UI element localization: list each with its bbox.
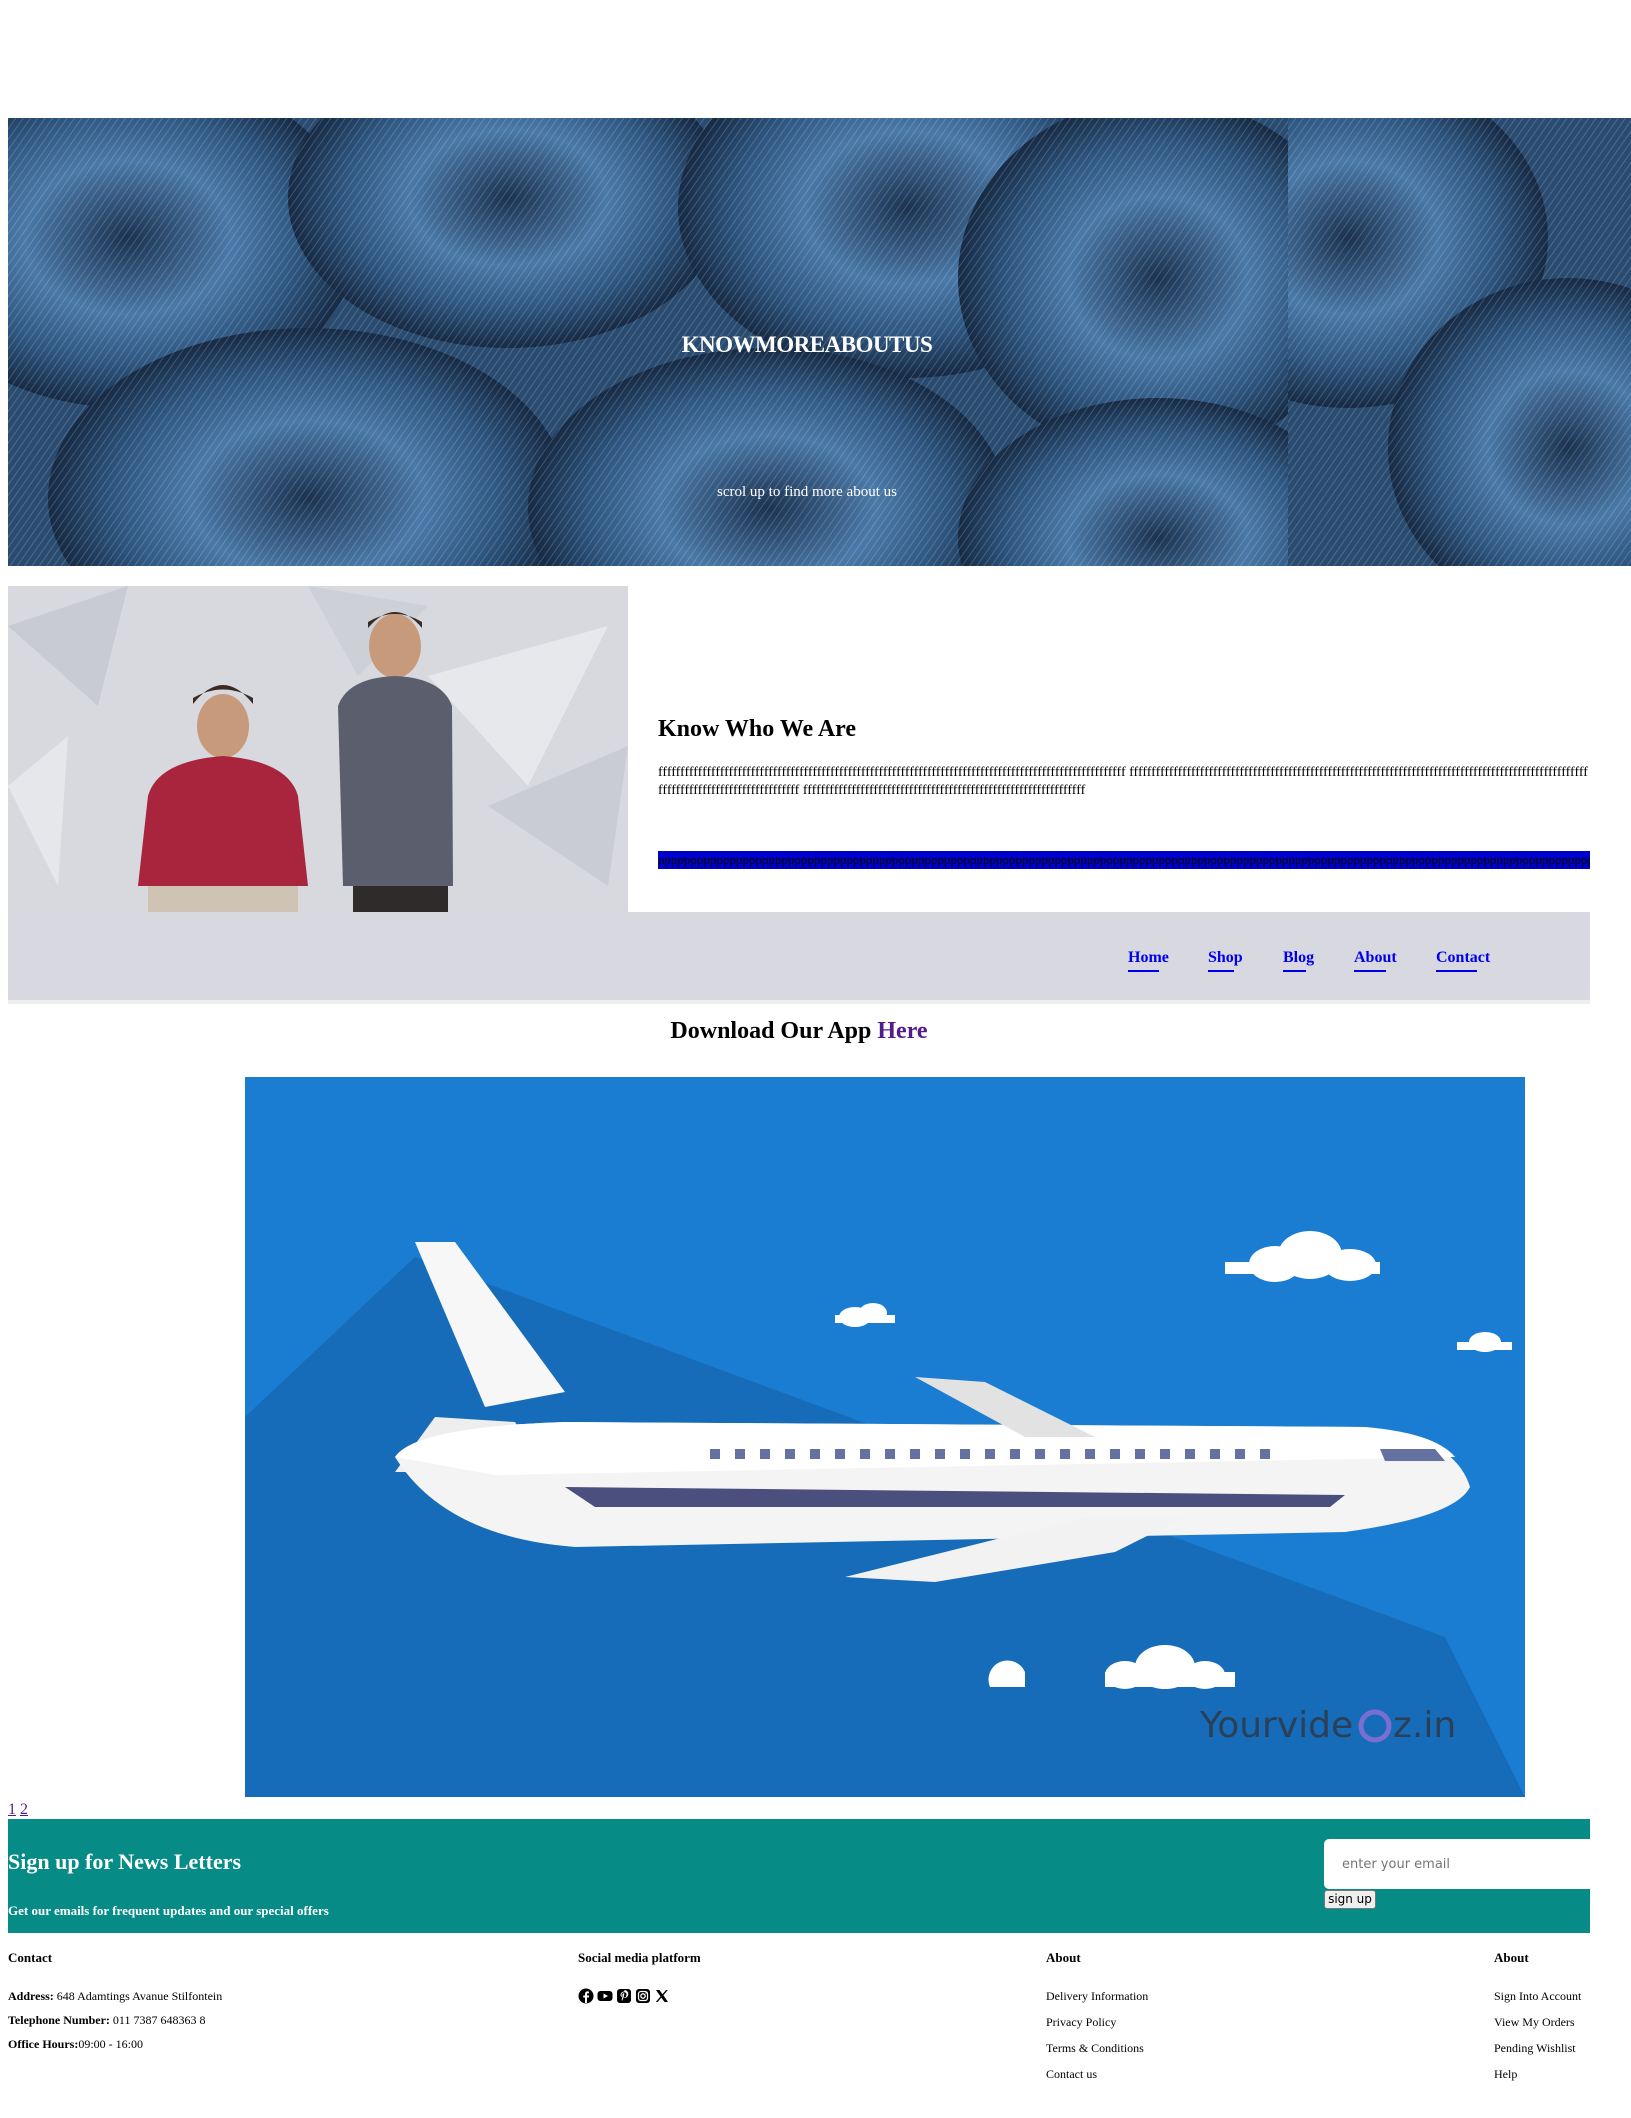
footer-social-heading: Social media platform [578,1950,701,1965]
footer-link-view-my-orders[interactable]: View My Orders [1494,2014,1581,2030]
watermark-text-b: z.in [1393,1705,1456,1746]
footer-about: About Delivery Information Privacy Polic… [1046,1950,1148,2092]
footer-link-pending-wishlist[interactable]: Pending Wishlist [1494,2040,1581,2056]
nav-blog-link[interactable]: Blog [1283,949,1314,972]
footer-account: About Sign Into Account View My Orders P… [1494,1950,1581,2092]
newsletter-signup-button[interactable]: sign up [1324,1890,1376,1909]
app-download-link[interactable]: Here [877,1018,927,1044]
footer-link-sign-into-account[interactable]: Sign Into Account [1494,1988,1581,2004]
app-heading-text: Download Our App [670,1018,872,1044]
watermark-text-a: Yourvide [1199,1705,1353,1746]
nav-home-link[interactable]: Home [1128,949,1169,972]
app-heading: Download Our App Here [0,1018,1598,1045]
footer-contact-heading: Contact [8,1950,53,1965]
footer-link-help[interactable]: Help [1494,2066,1581,2082]
main-nav: Home Shop Blog About Contact [8,912,1590,1004]
hours-label: Office Hours: [8,2037,79,2051]
footer-link-contact-us[interactable]: Contact us [1046,2066,1148,2082]
address-label: Address: [8,1989,54,2003]
nav-shop-link[interactable]: Shop [1208,949,1243,972]
footer-account-heading: About [1494,1950,1529,1965]
about-title: Know Who We Are [658,716,857,742]
instagram-icon[interactable] [635,1988,651,2004]
hero-title: KNOWMOREABOUTUS [681,332,933,357]
newsletter-section: Sign up for News Letters Get our emails … [8,1819,1590,1933]
pager-page-2[interactable]: 2 [20,1801,28,1818]
hero-banner: KNOWMOREABOUTUS scrol up to find more ab… [8,118,1631,566]
footer-link-terms-conditions[interactable]: Terms & Conditions [1046,2040,1148,2056]
models-photo [8,586,628,912]
nav-contact-link[interactable]: Contact [1436,949,1490,972]
newsletter-email-input[interactable] [1324,1839,1590,1889]
footer-link-privacy-policy[interactable]: Privacy Policy [1046,2014,1148,2030]
airplane-slide-image: Yourvide z.in [245,1077,1525,1797]
about-text: ffffffffffffffffffffffffffffffffffffffff… [658,765,1588,798]
nav-about-link[interactable]: About [1354,949,1397,972]
pinterest-icon[interactable] [616,1988,632,2004]
x-twitter-icon[interactable] [654,1988,670,2004]
slide-pager: 12 [8,1801,32,1819]
footer-link-delivery-information[interactable]: Delivery Information [1046,1988,1148,2004]
footer-about-heading: About [1046,1950,1081,1965]
phone-value: 011 7387 648363 8 [112,2013,206,2027]
newsletter-subtitle: Get our emails for frequent updates and … [8,1903,329,1918]
address-value: 648 Adamtings Avanue Stilfontein [56,1989,223,2003]
footer-contact: Contact Address: 648 Adamtings Avanue St… [8,1950,222,2060]
about-highlight-bar: pppppppppppppppppppppppppppppppppppppppp… [658,851,1590,869]
hours-value: 09:00 - 16:00 [78,2037,143,2051]
hero-subtitle: scrol up to find more about us [717,484,897,500]
youtube-icon[interactable] [597,1988,613,2004]
pager-page-1[interactable]: 1 [8,1801,16,1818]
footer-social: Social media platform [578,1950,701,2004]
phone-label: Telephone Number: [8,2013,110,2027]
facebook-icon[interactable] [578,1988,594,2004]
newsletter-title: Sign up for News Letters [8,1849,242,1874]
